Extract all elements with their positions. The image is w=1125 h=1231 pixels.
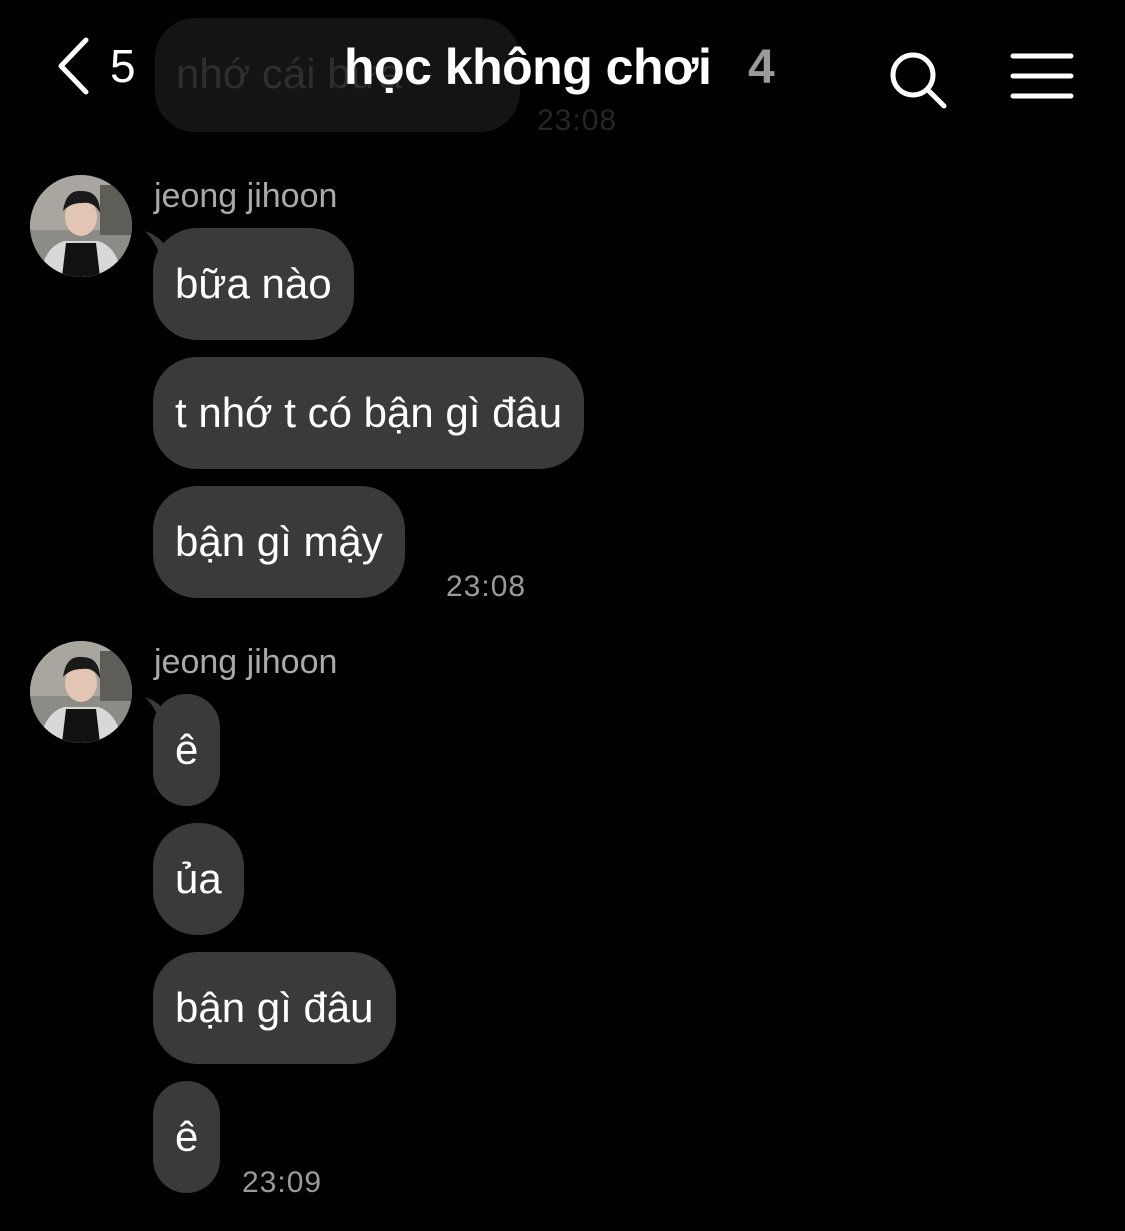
member-count: 4 (748, 41, 775, 94)
avatar[interactable] (30, 641, 132, 743)
message-bubble[interactable]: ê (153, 1081, 221, 1193)
message-bubble[interactable]: ê (153, 694, 221, 806)
hamburger-menu-icon[interactable] (1010, 50, 1074, 102)
message-bubble[interactable]: ủa (153, 823, 244, 935)
message-bubble[interactable]: bận gì đâu (153, 952, 396, 1064)
back-chevron-icon (58, 37, 89, 95)
message-bubble[interactable]: bận gì mậy (153, 486, 405, 598)
message-bubble[interactable]: bữa nào (153, 228, 354, 340)
avatar-image (30, 641, 132, 743)
search-icon[interactable] (886, 48, 950, 112)
sender-name: jeong jihoon (154, 177, 338, 215)
sender-name: jeong jihoon (154, 643, 338, 681)
back-button[interactable]: 5 (56, 34, 156, 98)
message-time: 23:09 (242, 1166, 323, 1199)
unread-count: 5 (110, 40, 136, 92)
message-bubble[interactable]: t nhớ t có bận gì đâu (153, 357, 585, 469)
chat-title: học không chơi (344, 39, 712, 95)
message-time: 23:08 (446, 570, 527, 603)
avatar-image (30, 175, 132, 277)
chat-header: 5 học không chơi 4 (0, 0, 1125, 140)
avatar[interactable] (30, 175, 132, 277)
